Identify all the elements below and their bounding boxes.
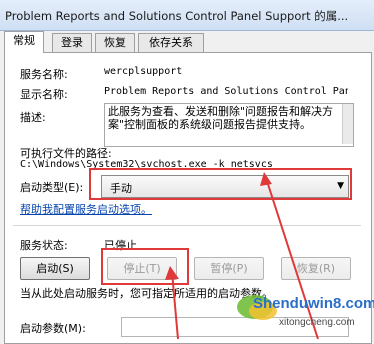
arrowhead-2: [165, 266, 179, 280]
arrowhead-1: [260, 172, 272, 186]
tab-general[interactable]: 常规: [4, 31, 44, 53]
watermark-text-1: Shenduwin8.com: [253, 295, 374, 312]
watermark-text-2: xitongcheng.com: [279, 317, 355, 328]
site-watermark: Shenduwin8.com xitongcheng.com: [227, 287, 374, 335]
annotation-line-2: [171, 271, 179, 339]
